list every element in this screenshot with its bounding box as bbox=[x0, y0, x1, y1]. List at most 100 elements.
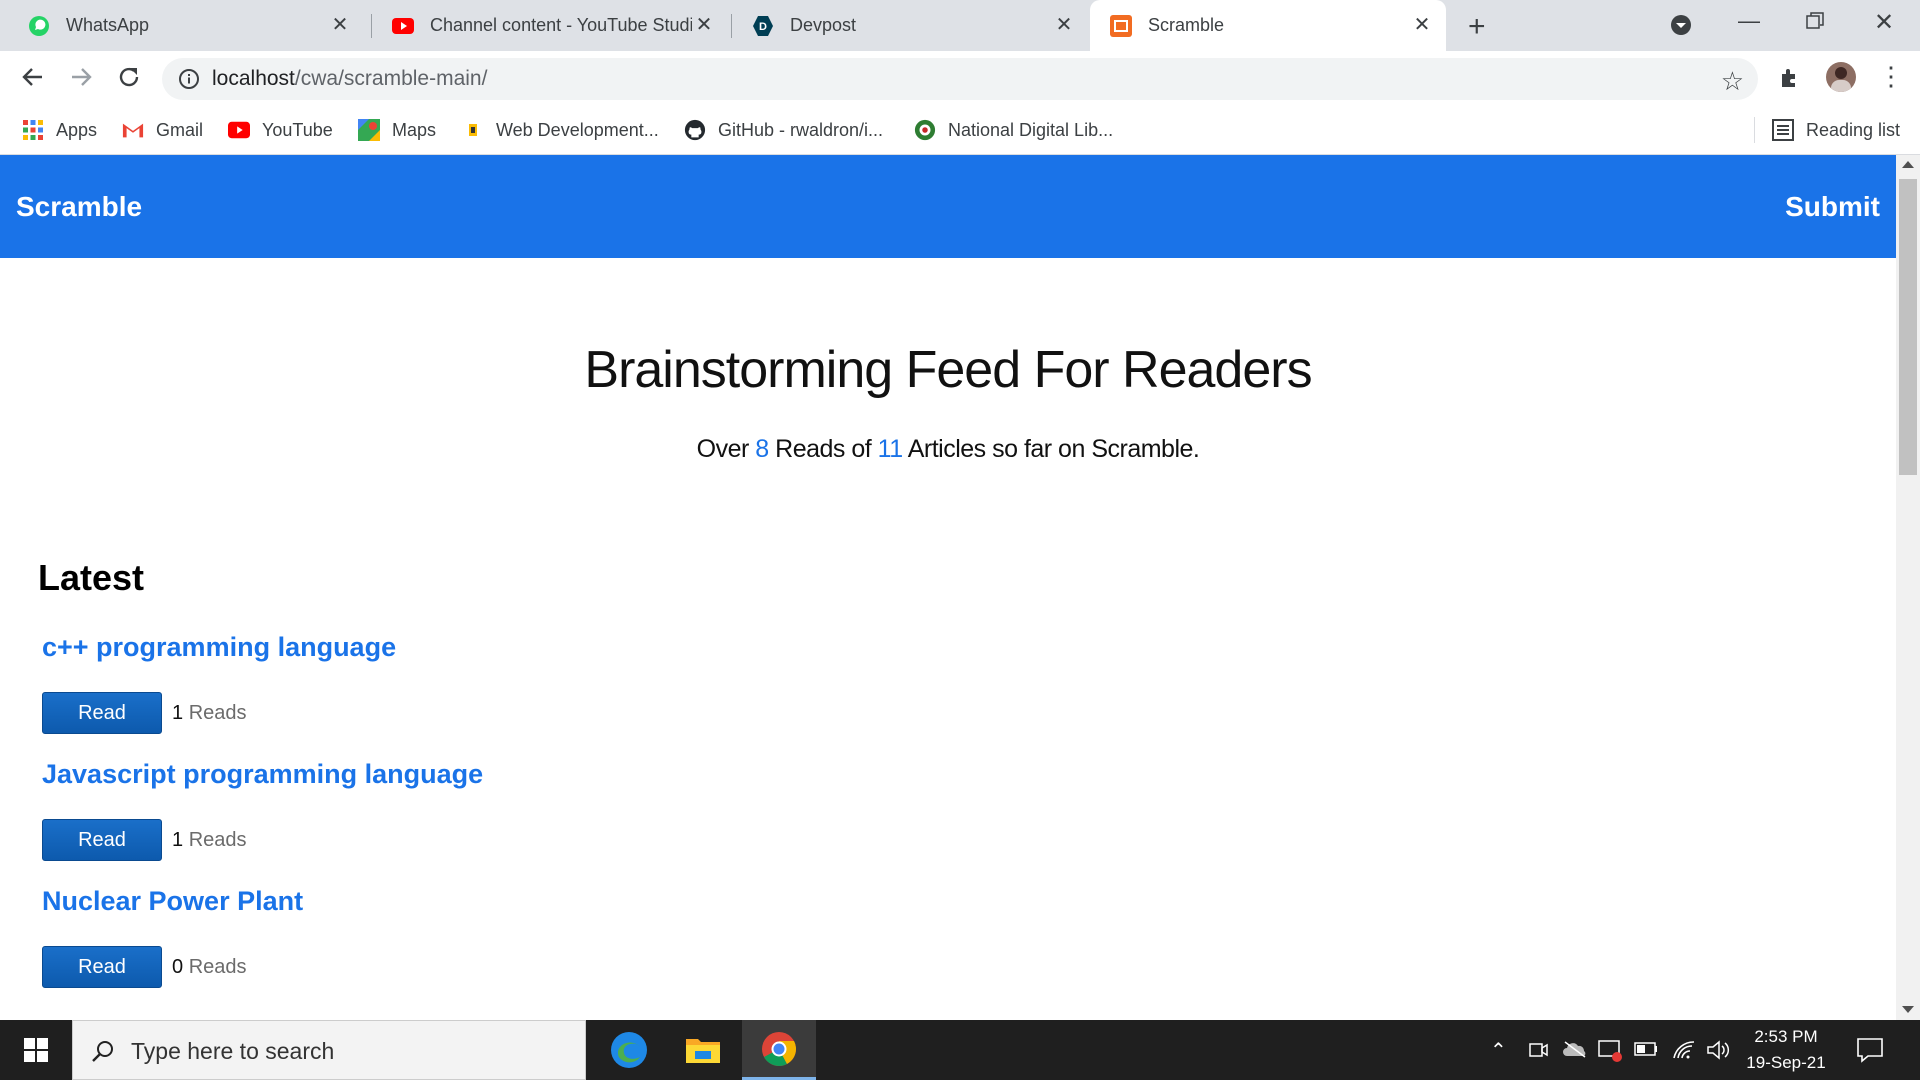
taskbar-chrome[interactable] bbox=[742, 1020, 816, 1080]
article-title-link[interactable]: Javascript programming language bbox=[42, 759, 483, 790]
read-count-suffix: Reads bbox=[188, 701, 247, 724]
bookmark-label: National Digital Lib... bbox=[948, 119, 1114, 140]
tab-search-icon[interactable] bbox=[1670, 14, 1692, 41]
article-item: Javascript programming language Read 1 R… bbox=[42, 759, 483, 861]
notifications-icon[interactable] bbox=[1856, 1036, 1884, 1069]
tab-scramble[interactable]: Scramble ✕ bbox=[1090, 0, 1446, 51]
onedrive-icon[interactable] bbox=[1562, 1040, 1588, 1063]
reload-icon[interactable] bbox=[116, 64, 142, 95]
read-count-suffix: Reads bbox=[188, 955, 247, 978]
taskbar-edge[interactable] bbox=[592, 1020, 666, 1080]
folder-icon bbox=[686, 1039, 720, 1063]
scroll-down-icon[interactable] bbox=[1902, 1006, 1914, 1013]
bookmark-national-digital-library[interactable]: National Digital Lib... bbox=[914, 107, 1113, 153]
restore-icon[interactable] bbox=[1806, 12, 1824, 35]
bookmark-label: Maps bbox=[392, 119, 437, 140]
stats-suffix: Articles so far on Scramble. bbox=[907, 435, 1200, 463]
tab-title: Devpost bbox=[790, 15, 857, 35]
site-navbar: Scramble Submit bbox=[0, 155, 1896, 258]
taskbar-search-box[interactable]: Type here to search bbox=[72, 1020, 586, 1080]
read-count-number: 0 bbox=[172, 955, 184, 978]
back-icon[interactable] bbox=[20, 64, 46, 95]
bookmark-github[interactable]: GitHub - rwaldron/i... bbox=[684, 107, 883, 153]
clock-date: 19-Sep-21 bbox=[1746, 1053, 1826, 1072]
read-button[interactable]: Read bbox=[42, 692, 162, 734]
stats-middle: Reads of bbox=[775, 435, 872, 463]
close-tab-icon[interactable]: ✕ bbox=[694, 15, 714, 35]
meet-now-icon[interactable] bbox=[1528, 1040, 1548, 1065]
svg-text:D: D bbox=[759, 21, 767, 33]
browser-toolbar: localhost/cwa/scramble-main/ ☆ ⋮ bbox=[0, 51, 1920, 107]
latest-heading: Latest bbox=[38, 557, 145, 598]
site-brand-link[interactable]: Scramble bbox=[16, 155, 142, 258]
apps-grid-icon bbox=[22, 119, 44, 141]
article-item: c++ programming language Read 1 Reads bbox=[42, 632, 396, 734]
address-bar[interactable]: localhost/cwa/scramble-main/ ☆ bbox=[162, 58, 1758, 100]
read-count: 1 Reads bbox=[172, 829, 247, 852]
page-scrollbar[interactable] bbox=[1896, 155, 1920, 1020]
bookmark-label: YouTube bbox=[262, 119, 333, 140]
bookmark-maps[interactable]: Maps bbox=[358, 107, 436, 153]
stats-prefix: Over bbox=[696, 435, 750, 463]
bookmark-apps[interactable]: Apps bbox=[22, 107, 97, 153]
bookmarks-bar: Apps Gmail YouTube Maps Web Development.… bbox=[0, 107, 1920, 155]
taskbar-search-placeholder: Type here to search bbox=[131, 1038, 335, 1064]
article-item: Nuclear Power Plant Read 0 Reads bbox=[42, 886, 303, 988]
bookmark-youtube[interactable]: YouTube bbox=[228, 107, 333, 153]
edge-icon bbox=[611, 1032, 647, 1068]
read-button[interactable]: Read bbox=[42, 946, 162, 988]
read-count-suffix: Reads bbox=[188, 828, 247, 851]
bookmark-label: GitHub - rwaldron/i... bbox=[718, 119, 884, 140]
total-articles-count: 11 bbox=[877, 435, 903, 463]
battery-icon[interactable] bbox=[1634, 1042, 1658, 1061]
reading-list[interactable]: Reading list bbox=[1772, 107, 1900, 153]
tab-devpost[interactable]: D Devpost ✕ bbox=[732, 0, 1088, 51]
tab-title: Scramble bbox=[1148, 15, 1225, 35]
menu-kebab-icon[interactable]: ⋮ bbox=[1878, 61, 1904, 91]
article-title-link[interactable]: c++ programming language bbox=[42, 632, 396, 663]
security-alert-icon[interactable] bbox=[1598, 1038, 1622, 1067]
read-button[interactable]: Read bbox=[42, 819, 162, 861]
scramble-icon bbox=[1110, 14, 1132, 37]
close-tab-icon[interactable]: ✕ bbox=[1412, 15, 1432, 35]
taskbar-file-explorer[interactable] bbox=[666, 1020, 740, 1080]
site-info-icon[interactable] bbox=[178, 68, 200, 95]
tab-youtube-studio[interactable]: Channel content - YouTube Studio ✕ bbox=[372, 0, 728, 51]
page-content: Scramble Submit Brainstorming Feed For R… bbox=[0, 155, 1896, 1020]
bookmark-star-icon[interactable]: ☆ bbox=[1721, 66, 1744, 97]
scrollbar-thumb[interactable] bbox=[1899, 179, 1917, 475]
tab-title: WhatsApp bbox=[66, 15, 150, 35]
start-button[interactable] bbox=[0, 1020, 72, 1080]
gmail-icon bbox=[122, 119, 144, 141]
whatsapp-icon bbox=[28, 15, 50, 37]
tab-title: Channel content - YouTube Studio bbox=[430, 15, 692, 35]
windows-icon bbox=[24, 1038, 48, 1062]
url-text[interactable]: localhost/cwa/scramble-main/ bbox=[212, 58, 487, 100]
maps-icon bbox=[358, 119, 380, 141]
bookmark-label: Apps bbox=[56, 119, 98, 140]
close-tab-icon[interactable]: ✕ bbox=[1054, 15, 1074, 35]
close-tab-icon[interactable]: ✕ bbox=[330, 15, 350, 35]
profile-avatar[interactable] bbox=[1826, 62, 1856, 92]
volume-icon[interactable] bbox=[1706, 1038, 1730, 1067]
taskbar-clock[interactable]: 2:53 PM 19-Sep-21 bbox=[1730, 1024, 1842, 1076]
bookmark-web-development[interactable]: Web Development... bbox=[462, 107, 659, 153]
submit-link[interactable]: Submit bbox=[1785, 155, 1880, 258]
url-host: localhost bbox=[212, 67, 295, 90]
bookmark-gmail[interactable]: Gmail bbox=[122, 107, 203, 153]
tab-whatsapp[interactable]: WhatsApp ✕ bbox=[8, 0, 364, 51]
url-path: /cwa/scramble-main/ bbox=[294, 67, 488, 90]
close-window-icon[interactable]: ✕ bbox=[1874, 8, 1894, 37]
wifi-icon[interactable] bbox=[1672, 1038, 1696, 1065]
minimize-icon[interactable]: — bbox=[1738, 8, 1760, 34]
page-title: Brainstorming Feed For Readers bbox=[584, 341, 1312, 399]
forward-icon[interactable] bbox=[68, 64, 94, 95]
article-title-link[interactable]: Nuclear Power Plant bbox=[42, 886, 303, 917]
tray-overflow-icon[interactable]: ⌃ bbox=[1490, 1038, 1507, 1063]
new-tab-icon[interactable]: + bbox=[1468, 10, 1486, 44]
extensions-icon[interactable] bbox=[1778, 66, 1802, 95]
scroll-up-icon[interactable] bbox=[1902, 161, 1914, 168]
reading-list-icon bbox=[1772, 119, 1794, 141]
clock-time: 2:53 PM bbox=[1754, 1027, 1818, 1046]
chrome-icon bbox=[762, 1031, 796, 1066]
